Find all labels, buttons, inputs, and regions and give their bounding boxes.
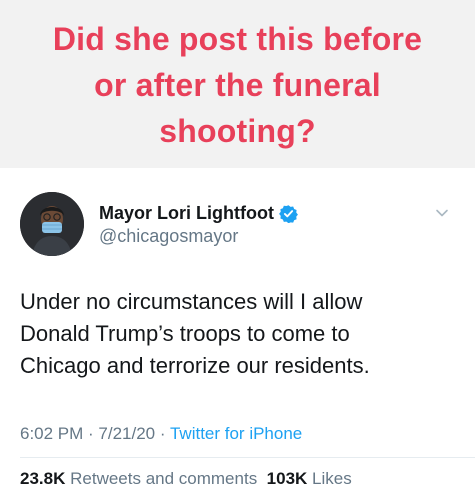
engagement-stats: 23.8K Retweets and comments 103K Likes — [20, 469, 352, 489]
verified-badge-icon — [279, 204, 298, 223]
tweet-card: Mayor Lori Lightfoot @chicagosmayor Unde… — [0, 168, 475, 500]
caption-line-2: or after the funeral — [94, 67, 381, 103]
meta-separator: · — [83, 424, 99, 443]
meta-separator: · — [155, 424, 170, 443]
display-name[interactable]: Mayor Lori Lightfoot — [99, 203, 274, 224]
likes-label[interactable]: Likes — [312, 469, 352, 488]
tweet-meta: 6:02 PM · 7/21/20 · Twitter for iPhone — [20, 424, 302, 444]
likes-count[interactable]: 103K — [267, 469, 308, 488]
tweet-source-link[interactable]: Twitter for iPhone — [170, 424, 302, 443]
chevron-down-icon[interactable] — [435, 206, 449, 220]
avatar-photo — [20, 192, 84, 256]
divider — [20, 457, 475, 458]
tweet-text-line: Donald Trump’s troops to come to — [20, 321, 350, 346]
tweet-time[interactable]: 6:02 PM — [20, 424, 83, 443]
name-row: Mayor Lori Lightfoot — [99, 202, 298, 224]
tweet-text-line: Under no circumstances will I allow — [20, 289, 363, 314]
avatar[interactable] — [20, 192, 84, 256]
retweets-label[interactable]: Retweets and comments — [70, 469, 257, 488]
tweet-date[interactable]: 7/21/20 — [98, 424, 155, 443]
caption-line-1: Did she post this before — [52, 21, 423, 57]
tweet-text-line: Chicago and terrorize our residents. — [20, 353, 370, 378]
tweet-text: Under no circumstances will I allow Dona… — [20, 286, 460, 382]
handle[interactable]: @chicagosmayor — [99, 226, 238, 247]
retweets-count[interactable]: 23.8K — [20, 469, 65, 488]
meme-caption: Did she post this before or after the fu… — [10, 16, 465, 154]
caption-line-3: shooting? — [159, 113, 316, 149]
